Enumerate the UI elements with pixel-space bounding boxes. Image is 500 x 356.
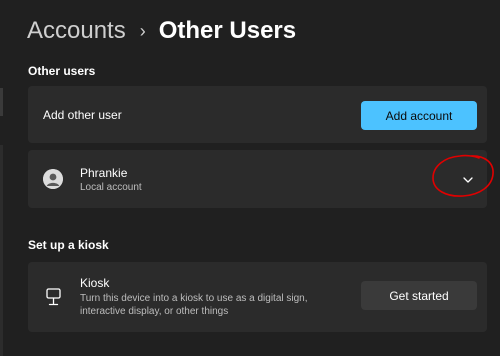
kiosk-description: Turn this device into a kiosk to use as … <box>80 293 308 317</box>
add-other-user-card: Add other user Add account <box>28 86 487 143</box>
breadcrumb-separator: › <box>139 20 146 41</box>
kiosk-icon <box>45 287 63 307</box>
user-card-phrankie[interactable]: Phrankie Local account <box>28 150 487 208</box>
kiosk-heading: Set up a kiosk <box>28 238 109 252</box>
kiosk-card: Kiosk Turn this device into a kiosk to u… <box>28 262 487 332</box>
add-account-button[interactable]: Add account <box>361 101 477 130</box>
user-name: Phrankie <box>80 166 128 180</box>
add-other-user-label: Add other user <box>43 108 122 122</box>
kiosk-title: Kiosk <box>80 276 110 290</box>
page-title: Other Users <box>158 17 297 44</box>
breadcrumb-accounts[interactable]: Accounts <box>27 17 126 45</box>
chevron-down-icon[interactable] <box>460 172 476 188</box>
nav-scroll-edge-lower <box>0 145 3 356</box>
nav-scroll-edge <box>0 88 3 116</box>
other-users-heading: Other users <box>28 64 96 78</box>
user-account-type: Local account <box>80 182 142 193</box>
get-started-button[interactable]: Get started <box>361 281 477 310</box>
breadcrumb: Accounts › Other Users <box>27 12 296 50</box>
person-icon <box>43 169 63 189</box>
